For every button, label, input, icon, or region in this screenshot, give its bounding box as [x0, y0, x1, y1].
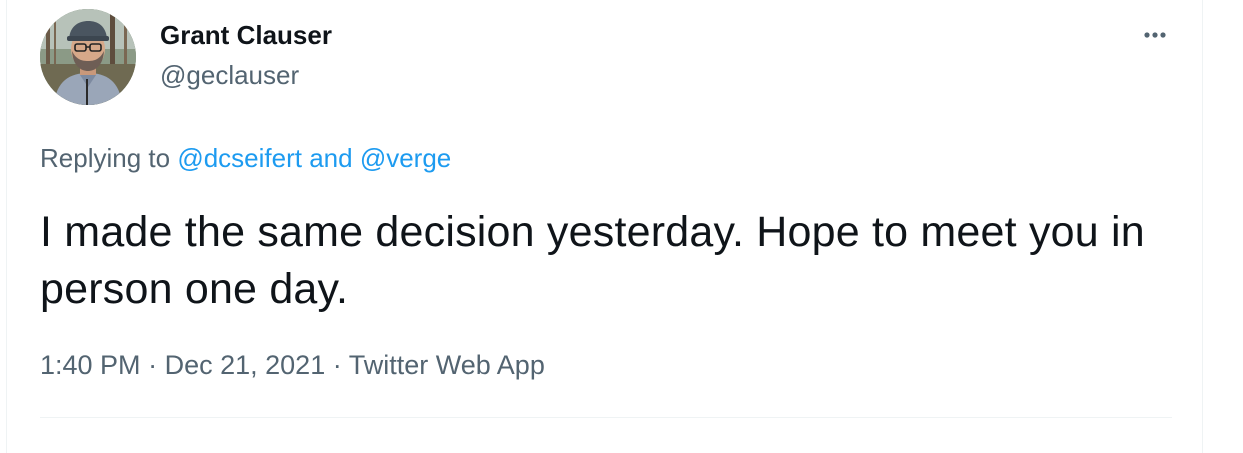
- tweet-metadata: 1:40 PM · Dec 21, 2021 · Twitter Web App: [40, 350, 545, 381]
- author-name[interactable]: Grant Clauser: [160, 20, 332, 51]
- avatar-photo: [40, 9, 136, 105]
- meta-separator: ·: [148, 350, 158, 380]
- meta-separator: ·: [332, 350, 342, 380]
- mention-verge[interactable]: @verge: [360, 143, 451, 173]
- tweet-source[interactable]: Twitter Web App: [349, 350, 545, 380]
- replying-to-label: Replying to: [40, 143, 171, 173]
- replying-to: Replying to @dcseifert and @verge: [40, 143, 451, 174]
- mention-joiner[interactable]: and: [309, 143, 352, 173]
- tweet-date[interactable]: Dec 21, 2021: [165, 350, 326, 380]
- tweet-time[interactable]: 1:40 PM: [40, 350, 141, 380]
- tweet-card: Grant Clauser @geclauser Replying to @dc…: [6, 0, 1203, 453]
- avatar[interactable]: [40, 9, 136, 105]
- divider: [40, 417, 1172, 418]
- author-handle[interactable]: @geclauser: [160, 60, 299, 91]
- tweet-text: I made the same decision yesterday. Hope…: [40, 208, 1145, 313]
- mention-dcseifert[interactable]: @dcseifert: [177, 143, 302, 173]
- more-horizontal-icon: [1144, 32, 1166, 38]
- more-options-button[interactable]: [1129, 18, 1181, 52]
